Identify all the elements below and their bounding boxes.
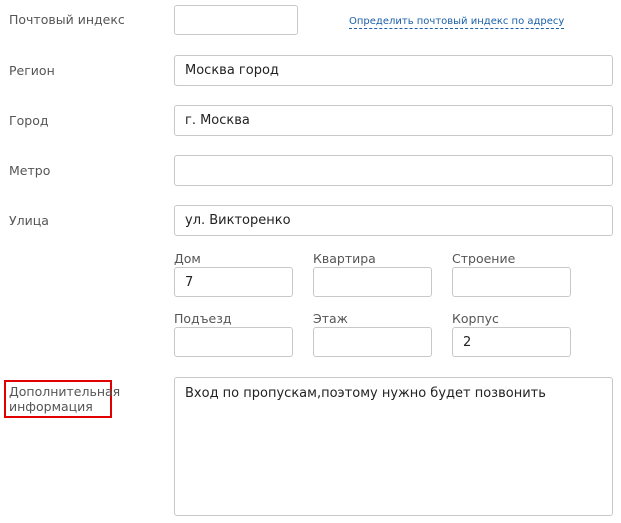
city-label: Город <box>9 113 49 128</box>
street-label: Улица <box>9 213 49 228</box>
block-input[interactable]: 2 <box>452 327 571 357</box>
postal-index-label: Почтовый индекс <box>9 12 125 27</box>
apartment-label: Квартира <box>313 251 376 266</box>
additional-info-label: Дополнительная информация <box>9 384 120 414</box>
detect-postal-index-link[interactable]: Определить почтовый индекс по адресу <box>349 16 565 29</box>
house-label: Дом <box>174 251 201 266</box>
additional-info-textarea[interactable]: Вход по пропускам,поэтому нужно будет по… <box>174 377 613 516</box>
additional-info-label-line1: Дополнительная <box>9 384 121 399</box>
street-input[interactable]: ул. Викторенко <box>174 205 613 236</box>
entrance-label: Подъезд <box>174 311 232 326</box>
city-input[interactable]: г. Москва <box>174 105 613 136</box>
house-input[interactable]: 7 <box>174 267 293 297</box>
floor-label: Этаж <box>313 311 348 326</box>
metro-label: Метро <box>9 163 51 178</box>
block-label: Корпус <box>452 311 499 326</box>
floor-input[interactable] <box>313 327 432 357</box>
building-input[interactable] <box>452 267 571 297</box>
entrance-input[interactable] <box>174 327 293 357</box>
building-label: Строение <box>452 251 516 266</box>
metro-input[interactable] <box>174 155 613 186</box>
apartment-input[interactable] <box>313 267 432 297</box>
postal-index-input[interactable] <box>174 5 298 35</box>
additional-info-label-line2: информация <box>9 399 93 414</box>
region-input[interactable]: Москва город <box>174 55 613 86</box>
region-label: Регион <box>9 63 55 78</box>
